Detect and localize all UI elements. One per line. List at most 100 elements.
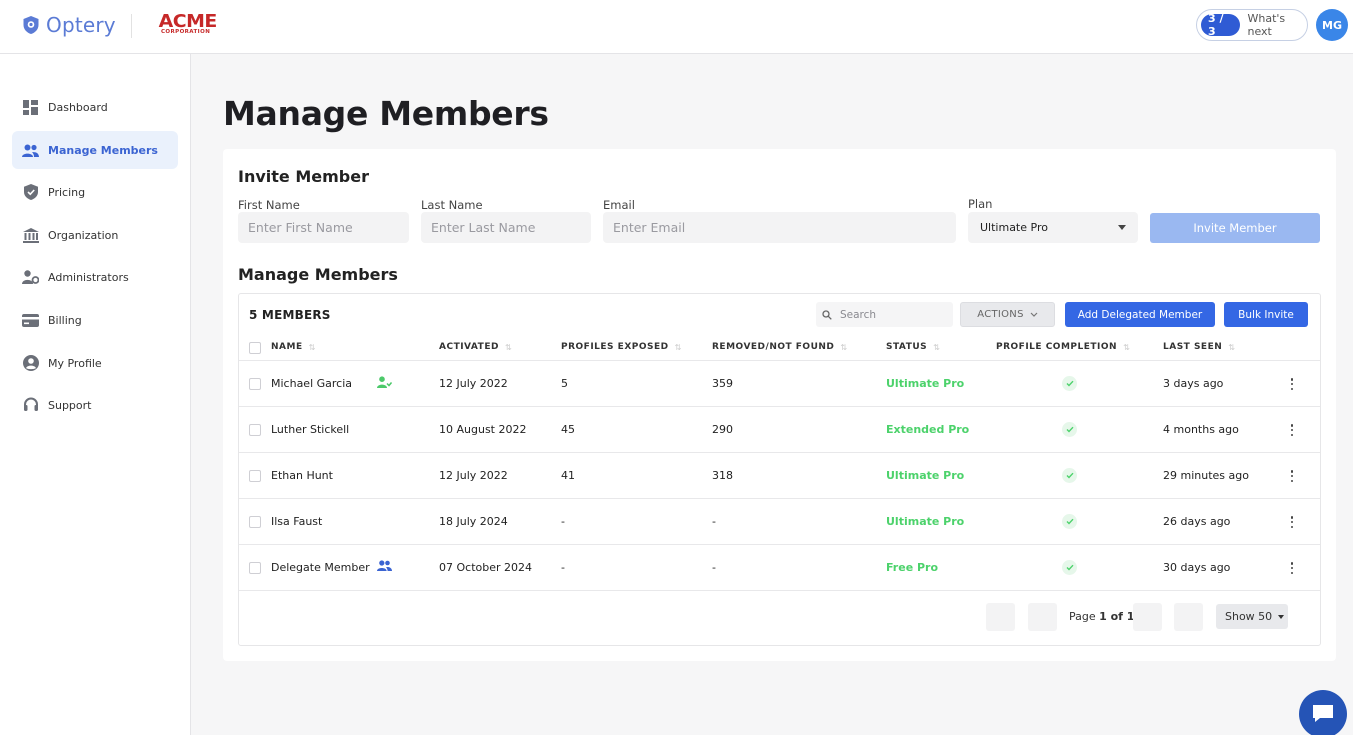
- select-all-checkbox[interactable]: [249, 342, 261, 354]
- activated-date: 10 August 2022: [439, 423, 527, 436]
- shield-logo-icon: [23, 16, 39, 34]
- sidebar-item-organization[interactable]: Organization: [12, 216, 178, 254]
- sidebar-item-administrators[interactable]: Administrators: [12, 258, 178, 296]
- last-page-button[interactable]: [1174, 603, 1203, 631]
- removed-count: -: [712, 561, 716, 574]
- first-name-input[interactable]: [238, 212, 409, 243]
- sidebar-item-label: Manage Members: [48, 143, 158, 157]
- plan-label: Plan: [968, 197, 993, 211]
- progress-badge: 3 / 3: [1201, 12, 1240, 38]
- sidebar-item-my-profile[interactable]: My Profile: [12, 344, 178, 382]
- column-header-activated[interactable]: ACTIVATED ⇅: [439, 342, 512, 352]
- sidebar-item-dashboard[interactable]: Dashboard: [12, 88, 178, 126]
- search-input[interactable]: [840, 308, 940, 321]
- table-row[interactable]: Ethan Hunt 12 July 2022 41 318 Ultimate …: [239, 453, 1320, 499]
- column-header-removed[interactable]: REMOVED/NOT FOUND ⇅: [712, 342, 848, 352]
- table-row[interactable]: Luther Stickell 10 August 2022 45 290 Ex…: [239, 407, 1320, 453]
- member-name[interactable]: Luther Stickell: [271, 423, 349, 436]
- activated-date: 12 July 2022: [439, 377, 508, 390]
- add-delegated-member-button[interactable]: Add Delegated Member: [1065, 302, 1215, 327]
- chat-support-button[interactable]: [1299, 690, 1347, 735]
- removed-count: -: [712, 515, 716, 528]
- check-icon: [1062, 376, 1077, 391]
- group-icon: [377, 560, 392, 571]
- member-name[interactable]: Delegate Member: [271, 561, 370, 574]
- prev-page-button[interactable]: [1028, 603, 1057, 631]
- member-name[interactable]: Ilsa Faust: [271, 515, 322, 528]
- row-checkbox[interactable]: [249, 424, 261, 436]
- row-checkbox[interactable]: [249, 516, 261, 528]
- sidebar-item-billing[interactable]: Billing: [12, 301, 178, 339]
- column-header-status[interactable]: STATUS ⇅: [886, 342, 940, 352]
- invite-section-title: Invite Member: [238, 167, 369, 186]
- last-seen: 4 months ago: [1163, 423, 1239, 436]
- more-options-icon[interactable]: [1289, 468, 1295, 484]
- page-size-dropdown[interactable]: Show 50: [1216, 604, 1288, 629]
- logo-divider: [131, 14, 132, 38]
- last-name-input[interactable]: [421, 212, 591, 243]
- more-options-icon[interactable]: [1289, 376, 1295, 392]
- sidebar-item-label: Administrators: [48, 270, 129, 284]
- first-page-button[interactable]: [986, 603, 1015, 631]
- member-name[interactable]: Ethan Hunt: [271, 469, 333, 482]
- activated-date: 18 July 2024: [439, 515, 508, 528]
- members-icon: [22, 142, 39, 159]
- headset-icon: [22, 397, 39, 414]
- sort-icon: ⇅: [308, 342, 316, 352]
- manage-section-title: Manage Members: [238, 265, 398, 284]
- optery-logo[interactable]: Optery: [22, 13, 116, 37]
- whats-next-button[interactable]: 3 / 3 What's next: [1196, 9, 1308, 41]
- sidebar-item-label: Support: [48, 398, 92, 412]
- dashboard-icon: [22, 99, 39, 116]
- actions-label: ACTIONS: [977, 309, 1024, 320]
- sidebar-item-support[interactable]: Support: [12, 386, 178, 424]
- sidebar-item-label: Billing: [48, 313, 82, 327]
- status-badge: Ultimate Pro: [886, 469, 965, 482]
- sidebar-item-pricing[interactable]: Pricing: [12, 173, 178, 211]
- column-header-profiles-exposed[interactable]: PROFILES EXPOSED ⇅: [561, 342, 682, 352]
- plan-select[interactable]: Ultimate Pro: [968, 212, 1138, 243]
- actions-dropdown[interactable]: ACTIONS: [960, 302, 1055, 327]
- sidebar-item-manage-members[interactable]: Manage Members: [12, 131, 178, 169]
- bulk-invite-button[interactable]: Bulk Invite: [1224, 302, 1308, 327]
- activated-date: 07 October 2024: [439, 561, 533, 574]
- search-box[interactable]: [816, 302, 953, 327]
- removed-count: 318: [712, 469, 733, 482]
- plan-selected-value: Ultimate Pro: [980, 221, 1048, 234]
- column-header-name[interactable]: NAME ⇅: [271, 342, 316, 352]
- next-page-button[interactable]: [1133, 603, 1162, 631]
- last-seen: 30 days ago: [1163, 561, 1231, 574]
- sort-icon: ⇅: [1123, 342, 1131, 352]
- first-name-label: First Name: [238, 198, 300, 212]
- check-icon: [1062, 560, 1077, 575]
- whats-next-label: What's next: [1247, 12, 1286, 38]
- invite-member-button[interactable]: Invite Member: [1150, 213, 1320, 243]
- more-options-icon[interactable]: [1289, 422, 1295, 438]
- top-header: Optery ACME CORPORATION 3 / 3 What's nex…: [0, 0, 1353, 54]
- row-checkbox[interactable]: [249, 562, 261, 574]
- table-row[interactable]: Delegate Member 07 October 2024 - - Free…: [239, 545, 1320, 591]
- table-row[interactable]: Michael Garcia 12 July 2022 5 359 Ultima…: [239, 361, 1320, 407]
- user-check-icon: [377, 376, 392, 388]
- status-badge: Free Pro: [886, 561, 939, 574]
- email-input[interactable]: [603, 212, 956, 243]
- check-icon: [1062, 422, 1077, 437]
- more-options-icon[interactable]: [1289, 514, 1295, 530]
- profiles-exposed: 5: [561, 377, 568, 390]
- sidebar: Dashboard Manage Members Pricing Organiz…: [0, 54, 191, 735]
- status-badge: Ultimate Pro: [886, 377, 965, 390]
- sort-icon: ⇅: [1228, 342, 1236, 352]
- table-row[interactable]: Ilsa Faust 18 July 2024 - - Ultimate Pro…: [239, 499, 1320, 545]
- column-header-last-seen[interactable]: LAST SEEN ⇅: [1163, 342, 1235, 352]
- search-icon: [822, 309, 832, 320]
- column-header-profile-completion[interactable]: PROFILE COMPLETION ⇅: [996, 342, 1130, 352]
- member-name[interactable]: Michael Garcia: [271, 377, 352, 390]
- activated-date: 12 July 2022: [439, 469, 508, 482]
- check-icon: [1062, 514, 1077, 529]
- user-avatar[interactable]: MG: [1316, 9, 1348, 41]
- admin-gear-icon: [22, 269, 39, 286]
- more-options-icon[interactable]: [1289, 560, 1295, 576]
- row-checkbox[interactable]: [249, 470, 261, 482]
- shield-icon: [22, 184, 39, 201]
- row-checkbox[interactable]: [249, 378, 261, 390]
